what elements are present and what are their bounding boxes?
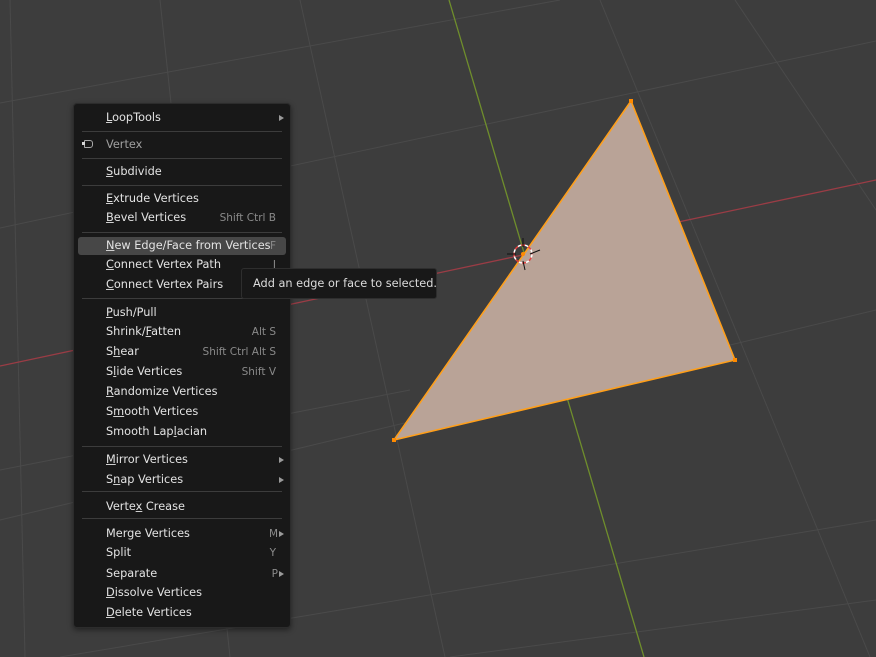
menu-item-looptools[interactable]: LoopTools (78, 109, 286, 127)
tooltip: Add an edge or face to selected. (241, 268, 437, 299)
menu-item-smooth-laplacian[interactable]: Smooth Laplacian (78, 423, 286, 441)
menu-item-shortcut: M (268, 528, 278, 540)
vertex-context-menu: LoopTools Vertex Subdivide Extrude Vertices… (73, 103, 291, 628)
submenu-arrow-icon (279, 571, 284, 577)
menu-item-shortcut: Alt S (251, 326, 276, 338)
vertex (733, 358, 737, 362)
menu-item-subdivide[interactable]: Subdivide (78, 163, 286, 181)
menu-item-label: Smooth Vertices (106, 405, 199, 418)
menu-item-label: Shrink/Fatten (106, 325, 181, 338)
menu-item-label: Extrude Vertices (106, 192, 199, 205)
menu-item-snap-vertices[interactable]: Snap Vertices (78, 471, 286, 489)
tooltip-text: Add an edge or face to selected. (253, 277, 437, 290)
menu-item-label: Slide Vertices (106, 365, 183, 378)
menu-item-delete-vertices[interactable]: Delete Vertices (78, 604, 286, 622)
menu-item-label: LoopTools (106, 111, 161, 124)
menu-item-label: Smooth Laplacian (106, 425, 208, 438)
menu-item-shortcut: Shift Ctrl Alt S (202, 346, 276, 358)
menu-item-merge-vertices[interactable]: Merge Vertices M (78, 525, 286, 543)
menu-item-label: Shear (106, 345, 139, 358)
menu-separator (82, 232, 282, 233)
submenu-arrow-icon (279, 115, 284, 121)
vertex (629, 99, 633, 103)
menu-item-randomize-vertices[interactable]: Randomize Vertices (78, 383, 286, 401)
menu-item-dissolve-vertices[interactable]: Dissolve Vertices (78, 584, 286, 602)
menu-item-label: Delete Vertices (106, 606, 192, 619)
menu-separator (82, 518, 282, 519)
menu-item-new-edge-face-from-vertices[interactable]: New Edge/Face from Vertices F (78, 237, 286, 255)
menu-item-label: Randomize Vertices (106, 385, 218, 398)
vertex (392, 438, 396, 442)
menu-item-vertex-crease[interactable]: Vertex Crease (78, 498, 286, 516)
menu-item-shrink-fatten[interactable]: Shrink/Fatten Alt S (78, 323, 286, 341)
menu-item-shortcut: Shift Ctrl B (219, 212, 276, 224)
menu-separator (82, 158, 282, 159)
menu-item-label: New Edge/Face from Vertices (106, 239, 271, 252)
menu-item-mirror-vertices[interactable]: Mirror Vertices (78, 451, 286, 469)
vertex-select-icon (82, 140, 93, 148)
menu-item-label: Subdivide (106, 165, 162, 178)
menu-separator (82, 185, 282, 186)
menu-item-label: Push/Pull (106, 306, 157, 319)
menu-item-label: Connect Vertex Path (106, 258, 222, 271)
menu-separator (82, 131, 282, 132)
menu-item-push-pull[interactable]: Push/Pull (78, 304, 286, 322)
menu-separator (82, 446, 282, 447)
submenu-arrow-icon (279, 457, 284, 463)
menu-item-label: Connect Vertex Pairs (106, 278, 224, 291)
menu-item-smooth-vertices[interactable]: Smooth Vertices (78, 403, 286, 421)
menu-separator (82, 491, 282, 492)
menu-item-label: Split (106, 546, 132, 559)
menu-item-label: Snap Vertices (106, 473, 184, 486)
menu-item-label: Dissolve Vertices (106, 586, 202, 599)
menu-header-vertex: Vertex (78, 136, 286, 154)
menu-item-label: Vertex (106, 138, 143, 151)
menu-item-label: Vertex Crease (106, 500, 185, 513)
menu-item-label: Bevel Vertices (106, 211, 187, 224)
menu-item-separate[interactable]: Separate P (78, 565, 286, 583)
menu-item-bevel-vertices[interactable]: Bevel Vertices Shift Ctrl B (78, 209, 286, 227)
selected-triangle-face[interactable] (393, 100, 736, 441)
menu-item-label: Merge Vertices (106, 527, 190, 540)
menu-item-shortcut: Shift V (241, 366, 276, 378)
submenu-arrow-icon (279, 531, 284, 537)
menu-item-slide-vertices[interactable]: Slide Vertices Shift V (78, 363, 286, 381)
menu-item-label: Mirror Vertices (106, 453, 188, 466)
menu-item-shortcut: Y (269, 547, 276, 559)
menu-item-shortcut: F (269, 240, 276, 252)
menu-item-label: Separate (106, 567, 158, 580)
menu-item-shear[interactable]: Shear Shift Ctrl Alt S (78, 343, 286, 361)
menu-item-split[interactable]: Split Y (78, 544, 286, 562)
submenu-arrow-icon (279, 477, 284, 483)
menu-item-extrude-vertices[interactable]: Extrude Vertices (78, 190, 286, 208)
menu-item-shortcut: P (271, 568, 278, 580)
